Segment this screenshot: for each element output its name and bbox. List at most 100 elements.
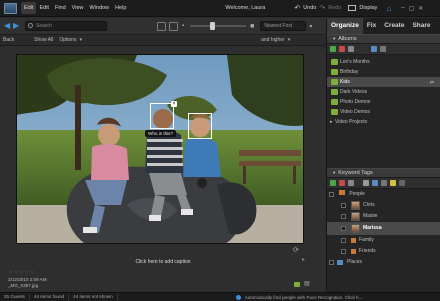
rating-stars[interactable]: ☆☆☆☆☆ [8, 270, 35, 276]
tag-checkbox[interactable] [341, 214, 346, 219]
tag-item[interactable]: Maisie [327, 211, 440, 222]
album-item[interactable]: Lori's Months [327, 57, 440, 67]
tab-organize[interactable]: Organize [327, 18, 363, 34]
tag-subgroup[interactable]: Friends [327, 246, 440, 257]
keyword-tags-header[interactable]: ▾ Keyword Tags [327, 168, 440, 178]
menu-edit[interactable]: Edit [36, 2, 51, 14]
panel-tabs: Organize Fix Create Share [327, 18, 440, 34]
album-item[interactable]: Dark Videos [327, 87, 440, 97]
star-icon[interactable]: ☆☆☆☆☆ [8, 270, 35, 276]
thumbnail-zoom-slider[interactable] [190, 22, 247, 30]
album-item[interactable]: Birthday [327, 67, 440, 77]
add-icon[interactable] [330, 46, 336, 52]
tag-category-places[interactable]: Places [327, 257, 440, 268]
caption-field[interactable]: Click here to add caption [0, 259, 326, 265]
album-group[interactable]: ▸ Video Projects [327, 117, 440, 127]
view-options-icon[interactable] [399, 180, 405, 186]
menu-bar: Edit Edit Find View Window Help Welcome,… [0, 0, 440, 17]
menu-view[interactable]: View [69, 2, 87, 14]
tag-subgroup[interactable]: Family [327, 235, 440, 246]
tag-category-people[interactable]: People [327, 189, 440, 200]
tag-icon [351, 238, 356, 243]
keyword-tags-section: ▾ Keyword Tags People Chris Maisie Maris… [327, 168, 440, 268]
menu-file[interactable]: Edit [21, 2, 37, 14]
face-detect-box[interactable] [150, 103, 174, 129]
collapse-icon: ▾ [333, 36, 336, 41]
rotate-icon[interactable]: ⟳ [293, 246, 299, 254]
sort-order-select[interactable]: Newest First [260, 21, 307, 31]
minimize-icon[interactable]: – [401, 5, 404, 11]
photo-preview[interactable]: × Who is this? [16, 54, 304, 244]
tab-fix[interactable]: Fix [363, 18, 380, 34]
photo-date: 3/12/2010 2:09 AM [8, 277, 47, 282]
face-recognition-icon[interactable] [372, 180, 378, 186]
rating-filter[interactable]: and higher [258, 37, 288, 43]
add-icon[interactable] [330, 180, 336, 186]
tag-checkbox[interactable] [341, 226, 346, 231]
status-message[interactable]: Automatically find people with Face Reco… [245, 295, 363, 300]
tab-create[interactable]: Create [380, 18, 408, 34]
edit-icon[interactable] [348, 180, 354, 186]
organize-panel: Organize Fix Create Share ▾ Albums Lori'… [326, 18, 440, 292]
forward-arrow-icon[interactable]: ▶ [13, 22, 21, 30]
single-view-icon[interactable] [169, 21, 178, 31]
search-icon [28, 23, 33, 28]
filter-bar: Back Show All Options ▾ and higher ▾ [0, 35, 326, 46]
close-icon[interactable]: × [171, 101, 177, 107]
display-menu[interactable]: Display [348, 2, 380, 14]
photo-filename: _MG_0387.jpg [8, 283, 39, 288]
browser-toolbar: ◀ ▶ Search ▪ ■ Newest First ▾ [0, 18, 326, 35]
album-item-selected[interactable]: Kids ⇄ [327, 77, 440, 87]
menu-find[interactable]: Find [52, 2, 69, 14]
status-items-found: 44 items found [30, 293, 70, 301]
delete-icon[interactable] [339, 180, 345, 186]
maximize-icon[interactable]: ▢ [409, 5, 415, 12]
places-icon [337, 260, 343, 265]
search-input[interactable]: Search [25, 21, 107, 31]
tag-checkbox[interactable] [329, 260, 334, 265]
grid-view-icon[interactable] [157, 21, 166, 31]
album-icon [331, 59, 338, 65]
options-menu[interactable]: Options [56, 37, 79, 43]
tag-icon[interactable] [363, 180, 369, 186]
options-dropdown-icon: ▾ [79, 37, 83, 43]
view-options-icon[interactable] [380, 46, 386, 52]
tag-item[interactable]: Chris [327, 200, 440, 211]
back-link[interactable]: Back [0, 37, 17, 43]
home-icon[interactable]: ⌂ [386, 4, 391, 13]
sort-dropdown-icon[interactable]: ▾ [309, 23, 312, 30]
status-bar: 25 Guests 44 items found 44 items not sh… [0, 292, 440, 301]
face-recognition-icon [235, 294, 241, 300]
tag-checkbox[interactable] [341, 249, 346, 254]
tag-icon [351, 249, 356, 254]
albums-section: ▾ Albums Lori's Months Birthday Kids ⇄ Da… [327, 34, 440, 127]
tag-item-selected[interactable]: Marissa [327, 222, 440, 235]
collapse-icon: ▾ [333, 170, 336, 175]
edit-icon[interactable] [348, 46, 354, 52]
large-thumb-icon[interactable]: ■ [250, 23, 254, 30]
album-item[interactable]: Video Demos [327, 107, 440, 117]
redo-button[interactable]: ↷ Redo [319, 2, 344, 14]
close-icon[interactable]: ✕ [418, 5, 423, 12]
menu-window[interactable]: Window [87, 2, 113, 14]
zoom-slider-handle[interactable] [210, 22, 216, 30]
albums-header[interactable]: ▾ Albums [327, 34, 440, 44]
tag-checkbox[interactable] [329, 192, 334, 197]
delete-icon[interactable] [339, 46, 345, 52]
face-name-tooltip[interactable]: Who is this? [145, 130, 177, 137]
album-tool-icon[interactable] [371, 46, 377, 52]
info-icon[interactable]: ▤ [304, 280, 310, 287]
back-arrow-icon[interactable]: ◀ [4, 22, 12, 30]
menu-help[interactable]: Help [112, 2, 129, 14]
tag-checkbox[interactable] [341, 203, 346, 208]
album-item[interactable]: Photo Demos [327, 97, 440, 107]
show-all-button[interactable]: Show All [31, 37, 56, 43]
albums-tools [327, 44, 440, 55]
small-thumb-icon[interactable]: ▪ [182, 23, 184, 29]
undo-button[interactable]: ↶ Undo [294, 2, 319, 14]
tag-options-icon[interactable] [381, 180, 387, 186]
lightbulb-icon[interactable] [390, 180, 396, 186]
tag-checkbox[interactable] [341, 238, 346, 243]
face-detect-box-2[interactable] [188, 113, 212, 139]
tab-share[interactable]: Share [408, 18, 434, 34]
